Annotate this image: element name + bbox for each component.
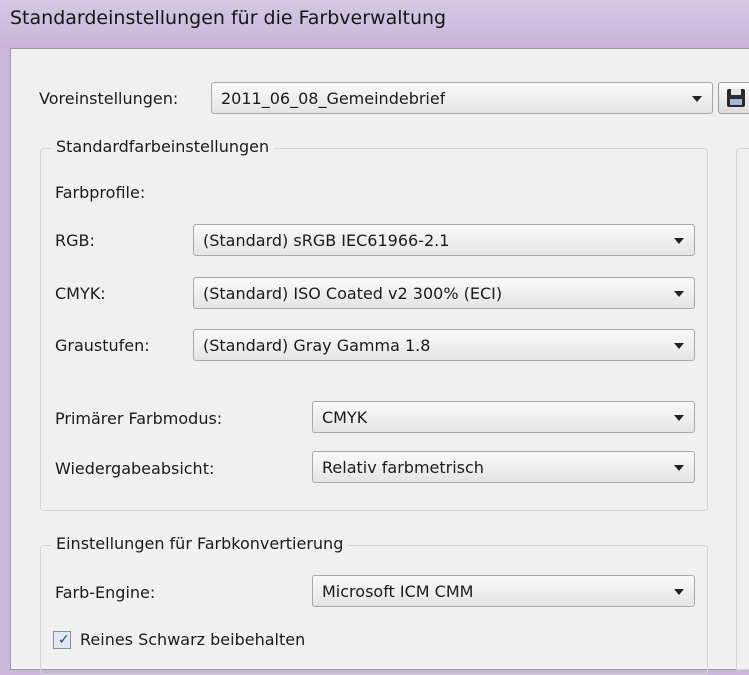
rgb-profile-value: (Standard) sRGB IEC61966-2.1 bbox=[203, 231, 450, 250]
chevron-down-icon bbox=[674, 589, 684, 595]
color-conversion-settings-title: Einstellungen für Farbkonvertierung bbox=[51, 534, 349, 553]
grayscale-profile-value: (Standard) Gray Gamma 1.8 bbox=[203, 336, 431, 355]
rgb-label: RGB: bbox=[55, 231, 95, 250]
color-engine-value: Microsoft ICM CMM bbox=[322, 582, 474, 601]
primary-color-mode-label: Primärer Farbmodus: bbox=[55, 409, 223, 428]
checkmark-icon: ✓ bbox=[58, 632, 70, 648]
chevron-down-icon bbox=[674, 291, 684, 297]
rendering-intent-label: Wiedergabeabsicht: bbox=[55, 459, 215, 478]
chevron-down-icon bbox=[674, 238, 684, 244]
primary-color-mode-value: CMYK bbox=[322, 408, 368, 427]
chevron-down-icon bbox=[674, 343, 684, 349]
presets-dropdown[interactable]: 2011_06_08_Gemeindebrief bbox=[211, 82, 713, 114]
presets-value: 2011_06_08_Gemeindebrief bbox=[221, 89, 446, 108]
chevron-down-icon bbox=[674, 415, 684, 421]
color-conversion-settings-group: Einstellungen für Farbkonvertierung bbox=[40, 534, 708, 675]
window-title: Standardeinstellungen für die Farbverwal… bbox=[10, 7, 447, 29]
color-engine-label: Farb-Engine: bbox=[55, 583, 156, 602]
primary-color-mode-dropdown[interactable]: CMYK bbox=[312, 401, 695, 433]
floppy-disk-icon bbox=[727, 89, 745, 107]
chevron-down-icon bbox=[692, 96, 702, 102]
color-profiles-label: Farbprofile: bbox=[55, 183, 146, 202]
grayscale-profile-dropdown[interactable]: (Standard) Gray Gamma 1.8 bbox=[193, 329, 695, 361]
rgb-profile-dropdown[interactable]: (Standard) sRGB IEC61966-2.1 bbox=[193, 224, 695, 256]
save-preset-button[interactable] bbox=[718, 82, 749, 114]
chevron-down-icon bbox=[674, 465, 684, 471]
title-bar: Standardeinstellungen für die Farbverwal… bbox=[0, 0, 749, 48]
rendering-intent-value: Relativ farbmetrisch bbox=[322, 458, 484, 477]
cmyk-profile-value: (Standard) ISO Coated v2 300% (ECI) bbox=[203, 284, 503, 303]
rendering-intent-dropdown[interactable]: Relativ farbmetrisch bbox=[312, 451, 695, 483]
color-engine-dropdown[interactable]: Microsoft ICM CMM bbox=[312, 575, 695, 607]
preserve-black-label: Reines Schwarz beibehalten bbox=[80, 630, 306, 649]
standard-color-settings-title: Standardfarbeinstellungen bbox=[51, 137, 275, 156]
right-panel-edge bbox=[736, 148, 749, 670]
cmyk-profile-dropdown[interactable]: (Standard) ISO Coated v2 300% (ECI) bbox=[193, 277, 695, 309]
grayscale-label: Graustufen: bbox=[55, 336, 150, 355]
preserve-black-checkbox[interactable]: ✓ bbox=[53, 631, 71, 649]
cmyk-label: CMYK: bbox=[55, 284, 106, 303]
presets-label: Voreinstellungen: bbox=[39, 89, 179, 108]
